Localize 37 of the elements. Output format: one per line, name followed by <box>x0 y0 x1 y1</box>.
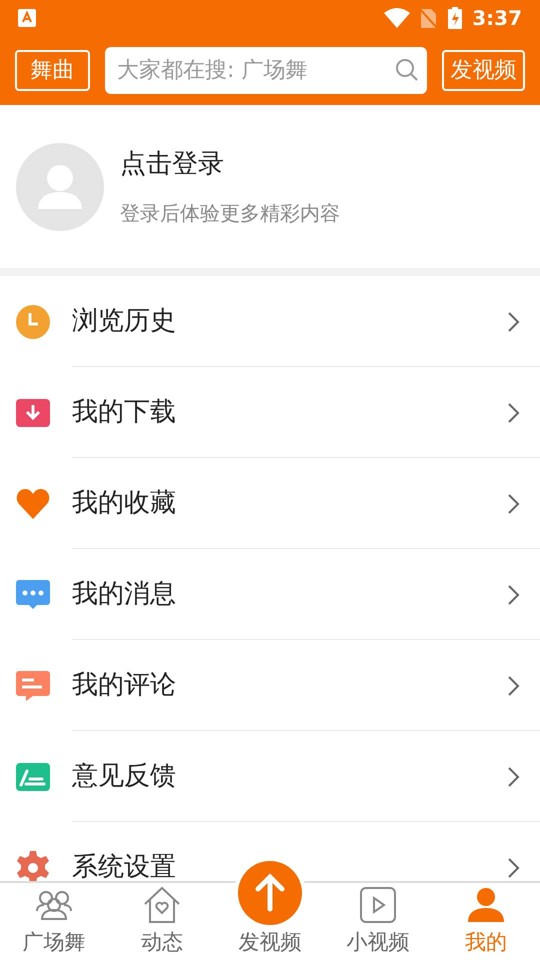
menu-item[interactable]: 系统设置 <box>0 822 540 881</box>
nav-label[interactable]: 发视频 <box>238 926 302 958</box>
nav-tab[interactable]: 动态 <box>108 883 216 960</box>
chevron-icon <box>506 584 520 606</box>
menu-label: 我的收藏 <box>72 487 177 520</box>
search-icon[interactable] <box>395 58 419 82</box>
menu-item[interactable]: 意见反馈 <box>0 731 540 822</box>
notification-icon <box>18 9 36 27</box>
nav-tab[interactable]: 小视频 <box>324 883 432 960</box>
menu-label: 我的下载 <box>72 396 177 429</box>
menu-label: 意见反馈 <box>72 760 177 793</box>
menu-label: 我的评论 <box>72 669 177 702</box>
nav-tab[interactable]: 广场舞 <box>0 883 108 960</box>
menu-item[interactable]: 我的消息 <box>0 549 540 640</box>
wifi-icon <box>384 8 410 28</box>
battery-icon <box>448 7 462 29</box>
login-title[interactable]: 点击登录 <box>120 145 340 184</box>
menu-label: 浏览历史 <box>72 305 177 338</box>
menu-item[interactable]: 我的评论 <box>0 640 540 731</box>
search-field[interactable]: 大家都在搜: 广场舞 <box>105 47 427 94</box>
no-sim-icon <box>418 7 438 29</box>
menu-label: 我的消息 <box>72 578 177 611</box>
menu-label: 系统设置 <box>72 851 177 881</box>
play-icon <box>358 884 398 925</box>
chevron-icon <box>506 856 520 878</box>
upload-icon <box>238 861 302 925</box>
chevron-icon <box>506 402 520 424</box>
chevron-icon <box>506 674 520 696</box>
chevron-icon <box>506 492 520 514</box>
chevron-icon <box>506 766 520 788</box>
menu-item[interactable]: 我的下载 <box>0 367 540 458</box>
menu-item[interactable]: 浏览历史 <box>0 276 540 367</box>
home-icon <box>142 884 182 925</box>
clock-time: 3:37 <box>472 5 522 32</box>
menu-item[interactable]: 我的收藏 <box>0 458 540 549</box>
chevron-icon <box>506 310 520 332</box>
login-subtitle: 登录后体验更多精彩内容 <box>120 200 340 227</box>
